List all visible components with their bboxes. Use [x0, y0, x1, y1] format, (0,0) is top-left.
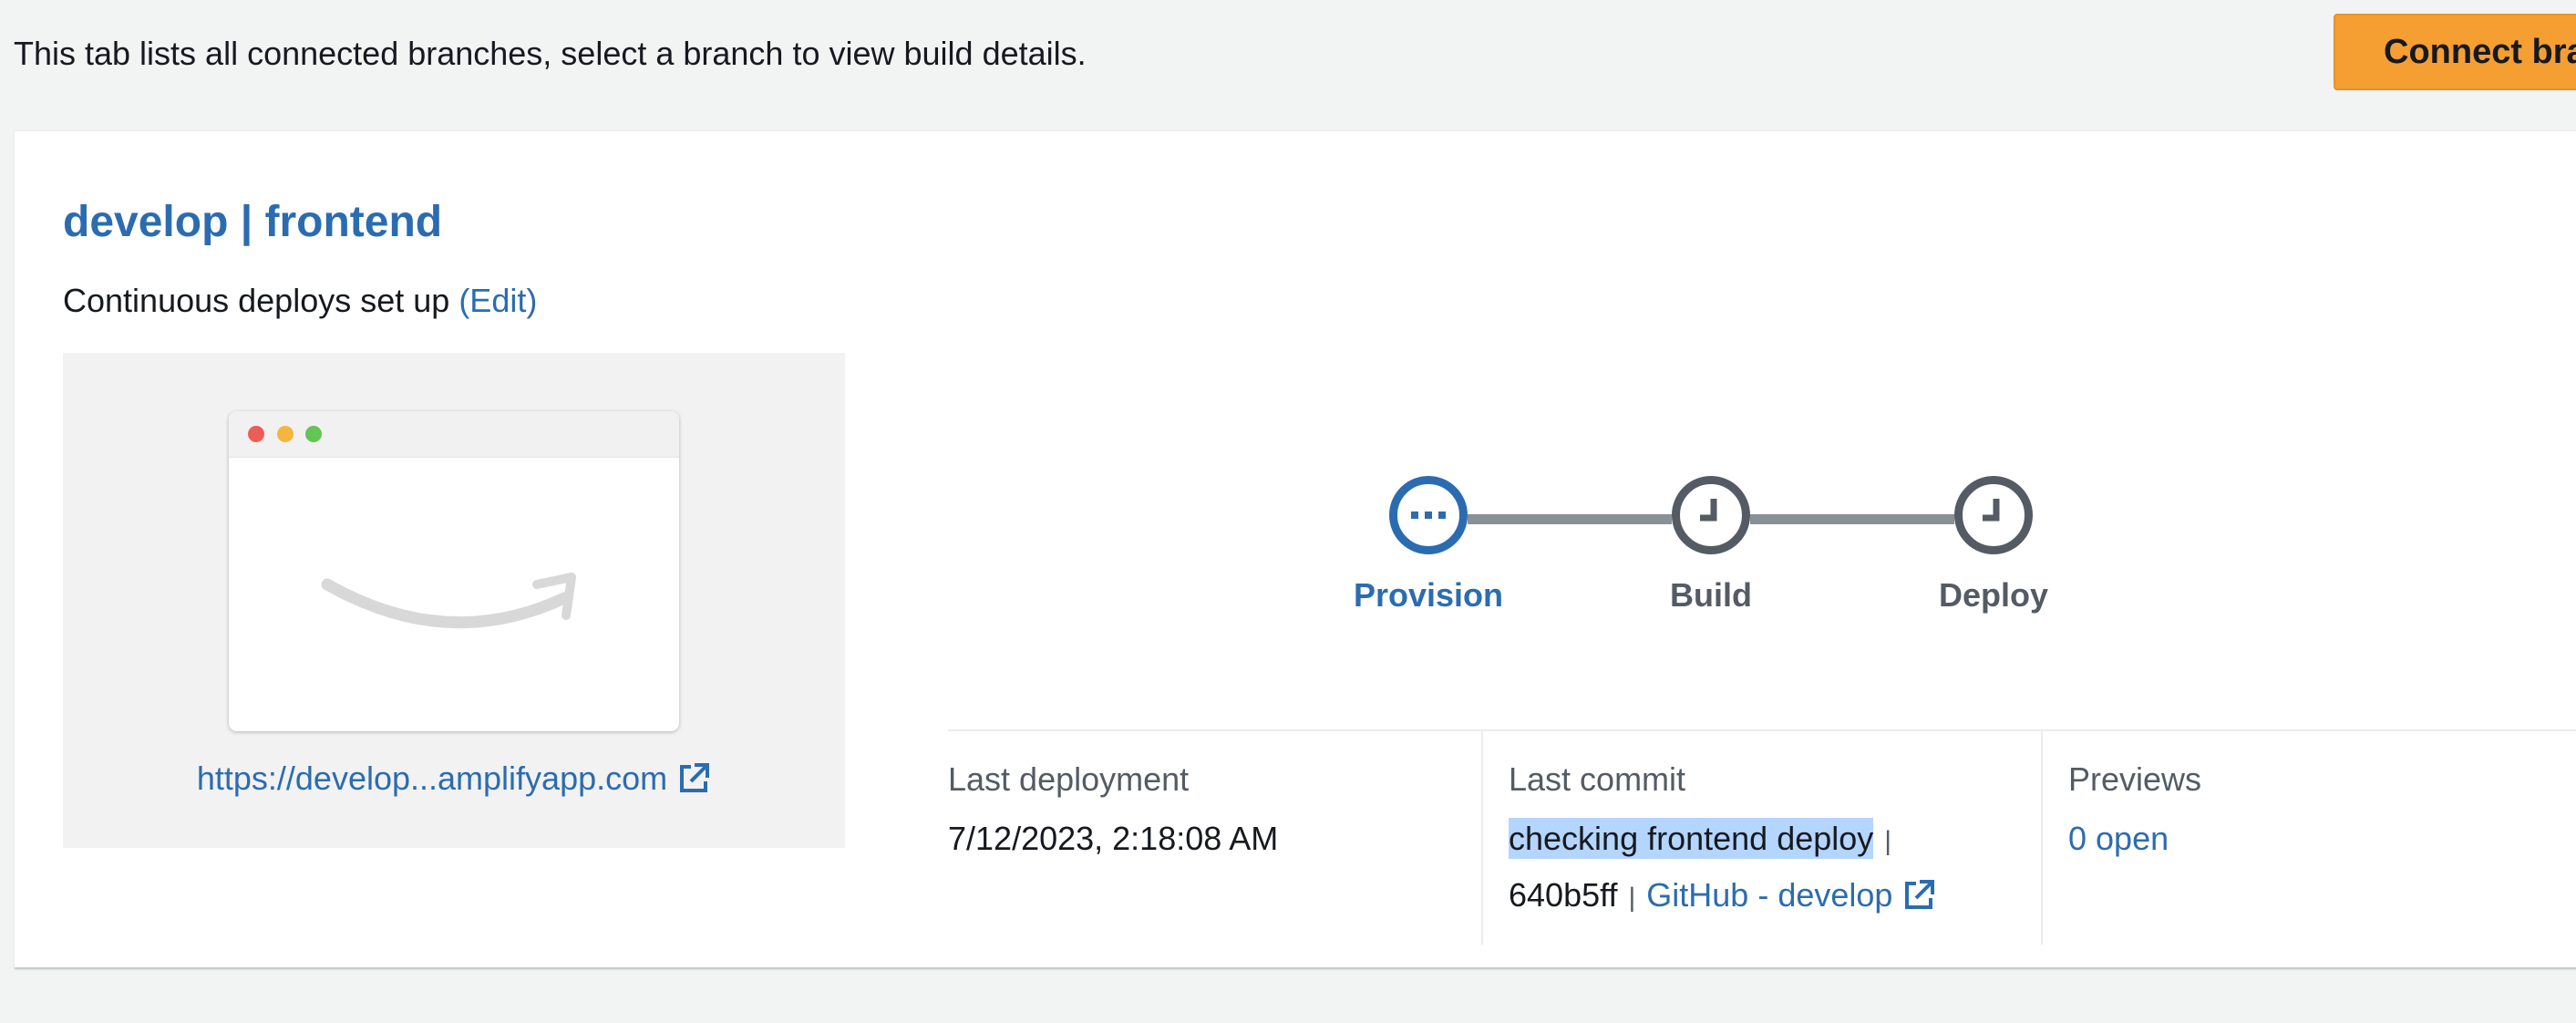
separator: |: [1884, 826, 1892, 856]
previews-label: Previews: [2068, 760, 2202, 798]
commit-message: checking frontend deploy: [1509, 818, 1874, 859]
last-commit-label: Last commit: [1509, 760, 1686, 798]
browser-mockup: [229, 411, 679, 731]
top-bar: This tab lists all connected branches, s…: [0, 0, 2576, 119]
amazon-smile-icon: [321, 573, 576, 629]
provider-name: GitHub: [1646, 876, 1749, 914]
last-deployment-label: Last deployment: [948, 760, 1190, 798]
commit-branch-name: develop: [1777, 876, 1893, 914]
close-dot-icon: [248, 426, 264, 442]
continuous-deploy-text: Continuous deploys set up: [63, 282, 450, 319]
clock-icon: [1700, 499, 1717, 522]
external-link-icon: [680, 763, 710, 792]
provider-branch-dash: -: [1757, 876, 1769, 914]
details-divider: [948, 729, 2576, 731]
commit-hash: 640b5ff: [1509, 876, 1618, 914]
column-divider: [1481, 730, 1483, 945]
separator: |: [1628, 883, 1636, 913]
last-commit-section: Last commit checking frontend deploy | 64…: [1509, 760, 1936, 914]
clock-icon: [1983, 499, 2000, 522]
deployment-pipeline: Provision Build Deploy: [1354, 476, 2118, 622]
previews-section: Previews 0 open: [2068, 760, 2201, 858]
maximize-dot-icon: [305, 426, 322, 442]
preview-url-text: https://develop...amplifyapp.com: [196, 760, 668, 797]
build-step-icon: [1672, 476, 1750, 554]
commit-meta-row: 640b5ff | GitHub - develop: [1509, 876, 1936, 914]
pipeline-connector: [1750, 514, 1954, 524]
tab-description: This tab lists all connected branches, s…: [14, 35, 1087, 72]
column-divider: [2041, 730, 2043, 945]
pipeline-connector: [1468, 514, 1672, 524]
ellipsis-icon: [1411, 512, 1446, 519]
site-preview: https://develop...amplifyapp.com: [63, 353, 845, 848]
last-deployment-value: 7/12/2023, 2:18:08 AM: [948, 820, 1279, 857]
deploy-step-icon: [1954, 476, 2033, 554]
deploy-step-label: Deploy: [1938, 576, 2049, 614]
continuous-deploy-status: Continuous deploys set up (Edit): [63, 282, 537, 320]
branch-card: develop | frontend Continuous deploys se…: [14, 130, 2576, 967]
repository-link[interactable]: GitHub - develop: [1646, 876, 1936, 914]
branch-title-link[interactable]: develop | frontend: [63, 197, 442, 247]
connect-branch-button[interactable]: Connect branch: [2334, 14, 2576, 90]
previews-open-link[interactable]: 0 open: [2068, 820, 2201, 858]
commit-message-row: checking frontend deploy |: [1509, 818, 1936, 859]
build-step-label: Build: [1670, 576, 1752, 614]
provision-step-label: Provision: [1353, 576, 1504, 614]
minimize-dot-icon: [277, 426, 294, 442]
provision-step-icon: [1389, 476, 1468, 554]
edit-link[interactable]: (Edit): [459, 282, 537, 319]
external-link-icon: [1905, 880, 1935, 909]
preview-url-link[interactable]: https://develop...amplifyapp.com: [63, 760, 845, 798]
browser-titlebar: [229, 411, 679, 458]
last-deployment-section: Last deployment 7/12/2023, 2:18:08 AM: [948, 760, 1278, 858]
